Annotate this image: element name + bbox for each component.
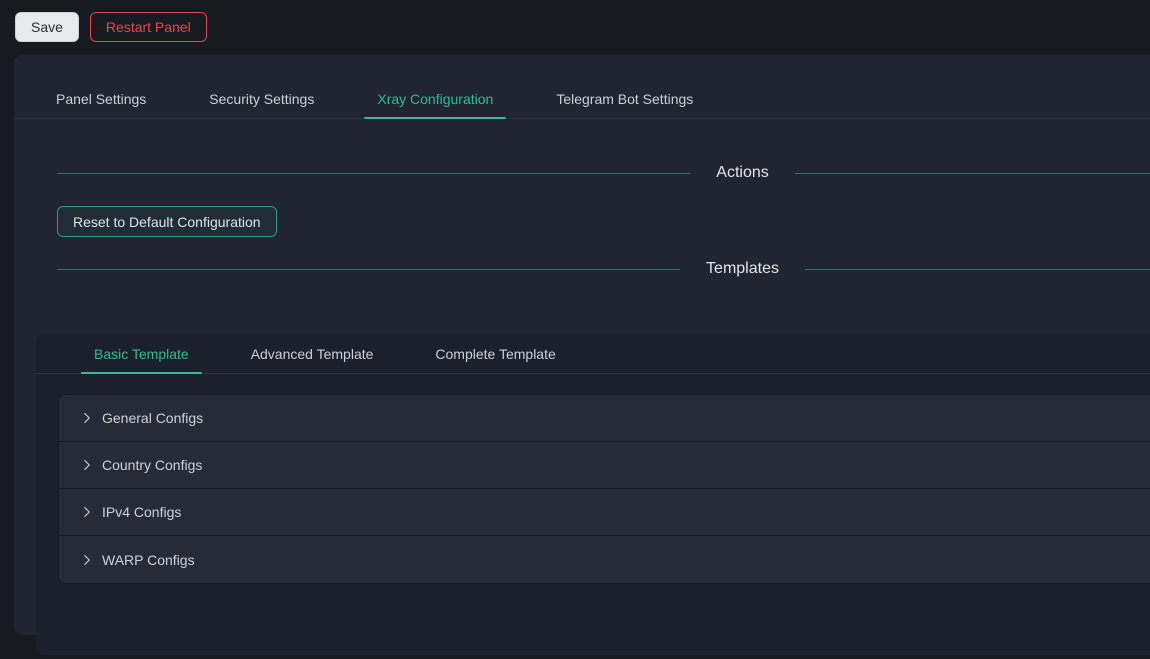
collapse-warp-configs[interactable]: WARP Configs bbox=[59, 536, 1150, 583]
collapse-ipv4-configs[interactable]: IPv4 Configs bbox=[59, 489, 1150, 536]
config-collapse-list: General Configs Country Configs IPv4 Con… bbox=[58, 394, 1150, 584]
collapse-label: Country Configs bbox=[102, 457, 202, 473]
save-button[interactable]: Save bbox=[15, 12, 79, 42]
settings-tabs: Panel Settings Security Settings Xray Co… bbox=[14, 79, 1150, 119]
topbar: Save Restart Panel bbox=[0, 0, 1150, 55]
reset-default-configuration-button[interactable]: Reset to Default Configuration bbox=[57, 206, 277, 237]
divider-line-right bbox=[795, 173, 1150, 174]
actions-section-title: Actions bbox=[690, 164, 794, 182]
actions-divider: Actions bbox=[57, 162, 1150, 184]
tab-xray-configuration[interactable]: Xray Configuration bbox=[364, 79, 506, 118]
tab-advanced-template[interactable]: Advanced Template bbox=[238, 334, 387, 373]
collapse-country-configs[interactable]: Country Configs bbox=[59, 442, 1150, 489]
tab-complete-template[interactable]: Complete Template bbox=[422, 334, 568, 373]
tab-basic-template[interactable]: Basic Template bbox=[81, 334, 202, 373]
settings-card: Panel Settings Security Settings Xray Co… bbox=[14, 55, 1150, 635]
tab-panel-settings[interactable]: Panel Settings bbox=[43, 79, 159, 118]
template-tabs: Basic Template Advanced Template Complet… bbox=[36, 334, 1150, 374]
tab-telegram-bot-settings[interactable]: Telegram Bot Settings bbox=[543, 79, 706, 118]
collapse-label: IPv4 Configs bbox=[102, 504, 181, 520]
divider-line-left bbox=[57, 173, 690, 174]
collapse-label: General Configs bbox=[102, 410, 203, 426]
templates-section-title: Templates bbox=[680, 260, 805, 278]
chevron-right-icon bbox=[81, 506, 93, 518]
chevron-right-icon bbox=[81, 412, 93, 424]
divider-line-right bbox=[805, 269, 1150, 270]
tab-security-settings[interactable]: Security Settings bbox=[196, 79, 327, 118]
collapse-general-configs[interactable]: General Configs bbox=[59, 395, 1150, 442]
chevron-right-icon bbox=[81, 554, 93, 566]
restart-panel-button[interactable]: Restart Panel bbox=[90, 12, 207, 42]
divider-line-left bbox=[57, 269, 680, 270]
collapse-label: WARP Configs bbox=[102, 552, 195, 568]
templates-card: Basic Template Advanced Template Complet… bbox=[36, 334, 1150, 655]
chevron-right-icon bbox=[81, 459, 93, 471]
templates-divider: Templates bbox=[57, 258, 1150, 280]
